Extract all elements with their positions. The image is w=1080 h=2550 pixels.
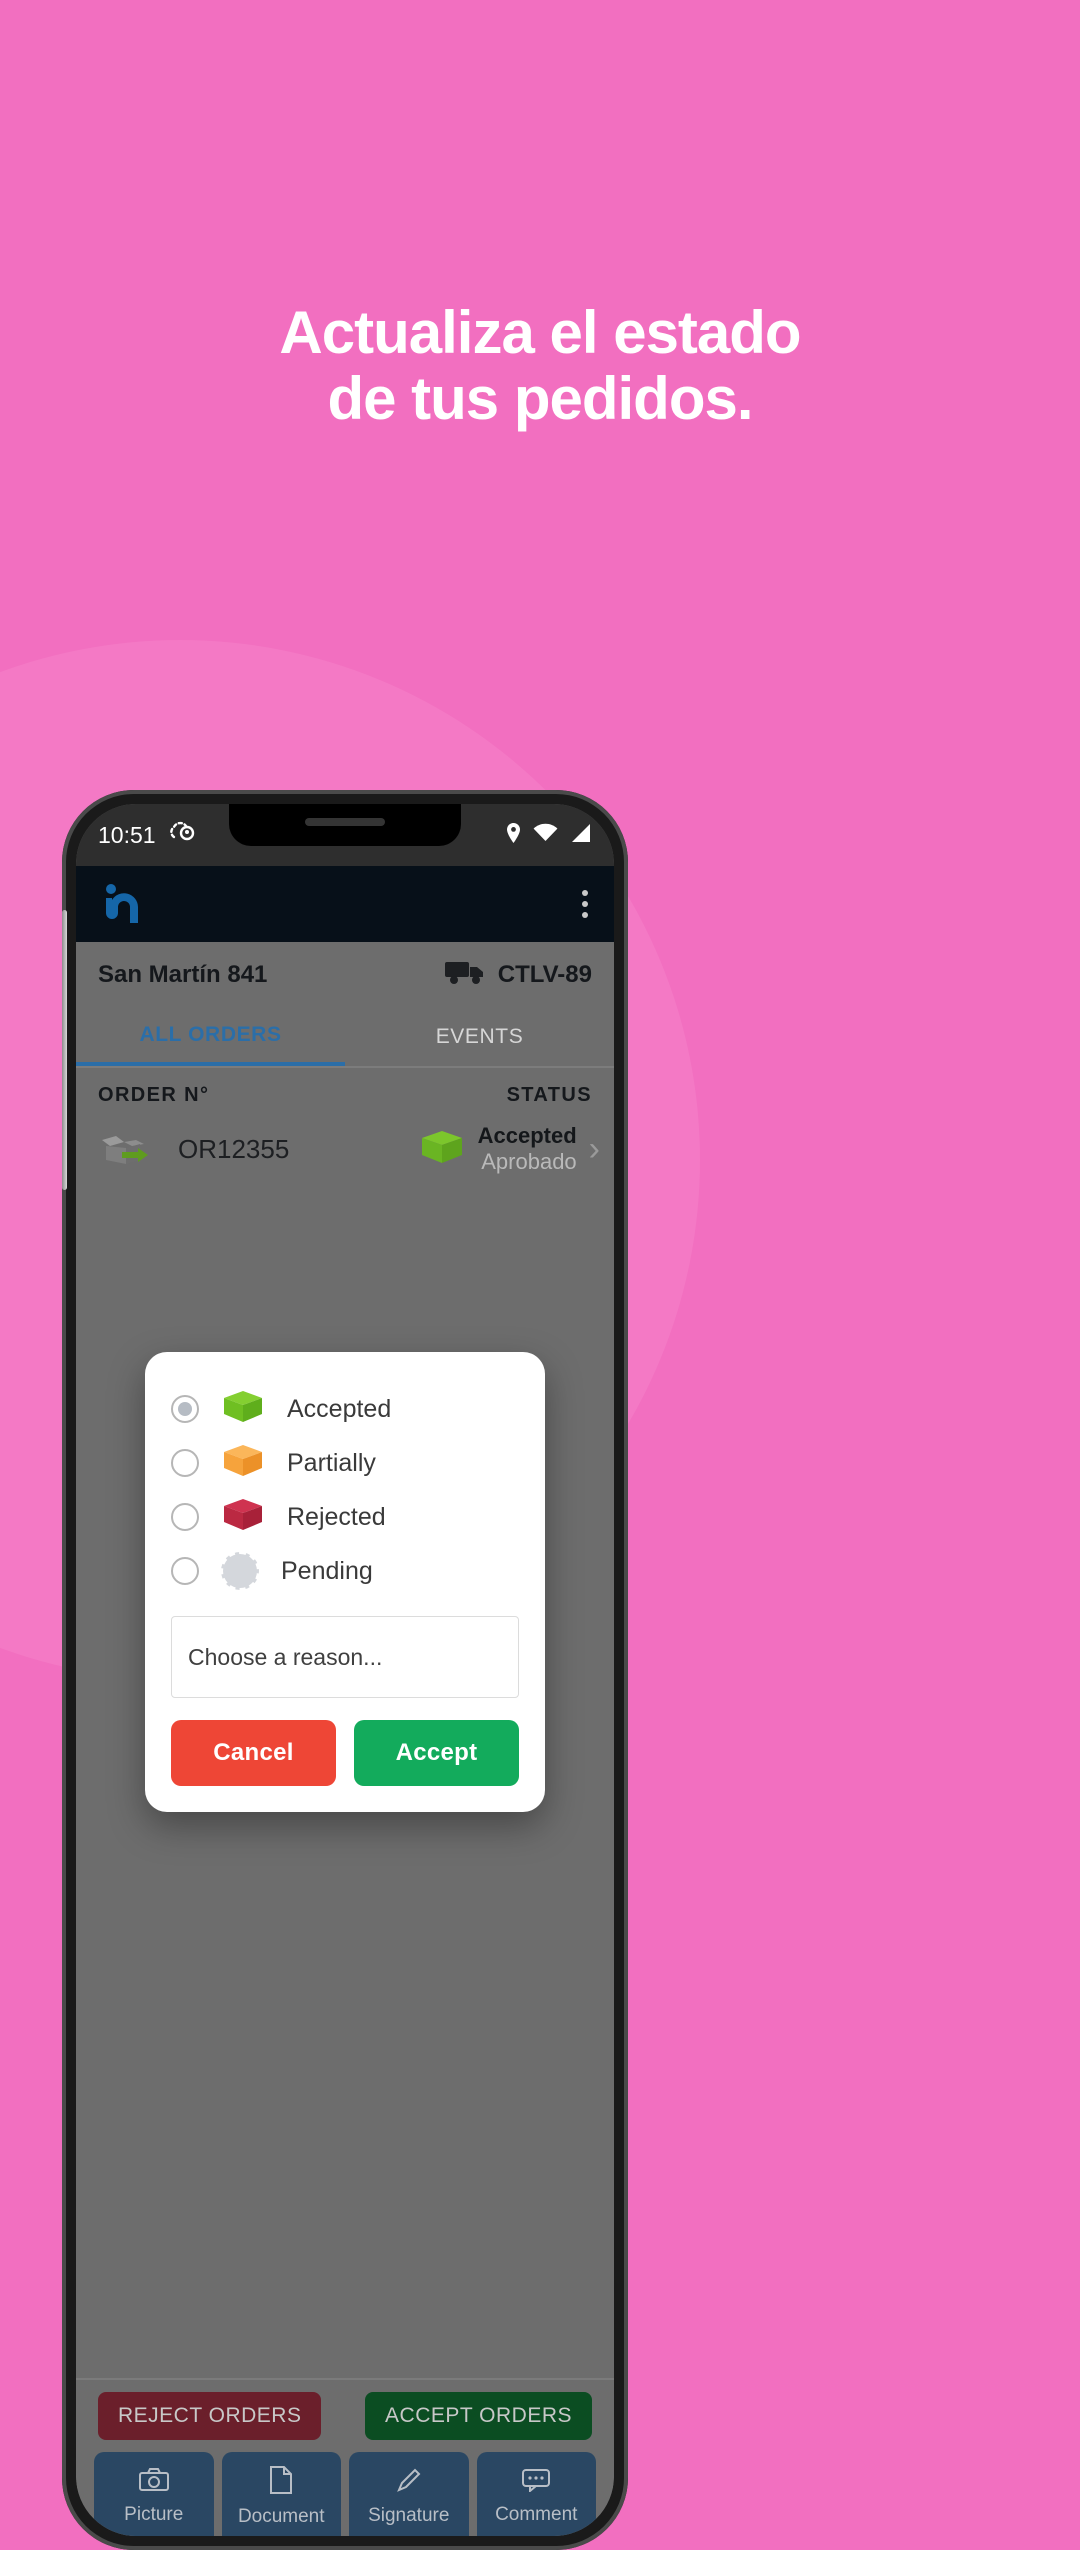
option-pending[interactable]: Pending [171,1544,519,1598]
radio-pending[interactable] [171,1557,199,1585]
phone-mockup: 10:51 San Martín 841 CTLV-89 ALL ORDERS … [62,790,628,2550]
radio-partially[interactable] [171,1449,199,1477]
pending-circle-icon [221,1552,259,1590]
phone-screen: 10:51 San Martín 841 CTLV-89 ALL ORDERS … [76,804,614,2536]
option-label: Pending [281,1556,373,1585]
option-accepted[interactable]: Accepted [171,1382,519,1436]
radio-accepted[interactable] [171,1395,199,1423]
reason-placeholder: Choose a reason... [188,1643,383,1670]
headline-line-1: Actualiza el estado [279,299,801,366]
box-green-icon [221,1388,265,1431]
box-red-icon [221,1496,265,1539]
option-rejected[interactable]: Rejected [171,1490,519,1544]
radio-rejected[interactable] [171,1503,199,1531]
option-partially[interactable]: Partially [171,1436,519,1490]
headline-line-2: de tus pedidos. [327,365,753,432]
status-selection-dialog: Accepted Partially Rejected Pending Choo… [145,1352,545,1812]
cancel-button[interactable]: Cancel [171,1720,336,1786]
reason-input[interactable]: Choose a reason... [171,1616,519,1698]
option-label: Accepted [287,1394,392,1423]
accept-button[interactable]: Accept [354,1720,519,1786]
option-label: Rejected [287,1502,386,1531]
box-orange-icon [221,1442,265,1485]
promo-headline: Actualiza el estado de tus pedidos. [0,300,1080,432]
option-label: Partially [287,1448,376,1477]
